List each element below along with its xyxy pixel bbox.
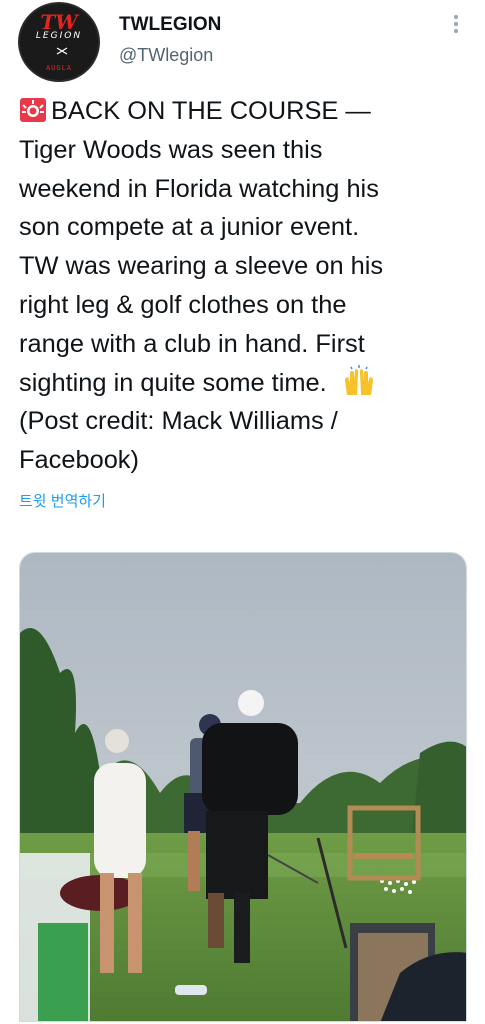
- tweet-line: BACK ON THE COURSE —: [51, 97, 371, 125]
- tweet-line: weekend in Florida watching his: [19, 174, 379, 203]
- more-options-icon[interactable]: [448, 12, 464, 36]
- tweet-line: Facebook): [19, 446, 139, 475]
- tweet-line: son compete at a junior event.: [19, 213, 360, 242]
- tweet-line: right leg & golf clothes on the: [19, 290, 347, 319]
- translate-tweet-link[interactable]: 트윗 번역하기: [19, 490, 106, 511]
- tweet-header: TW LEGION AUGLA TWLEGION @TWlegion: [0, 0, 485, 90]
- golf-range-photo: [20, 553, 466, 1021]
- tweet-line: TW was wearing a sleeve on his: [19, 252, 384, 281]
- display-name[interactable]: TWLEGION: [119, 14, 221, 36]
- police-light-icon: [20, 98, 46, 122]
- tweet-photo[interactable]: [19, 552, 467, 1022]
- tweet-line: Tiger Woods was seen this: [19, 135, 323, 164]
- user-handle[interactable]: @TWlegion: [119, 45, 213, 66]
- tweet-line: sighting in quite some time.: [19, 368, 327, 397]
- tweet-line: range with a club in hand. First: [19, 329, 365, 358]
- raising-hands-icon: [344, 364, 373, 395]
- avatar-brand-text: AUGLA: [45, 64, 73, 72]
- tweet-text: BACK ON THE COURSE — Tiger Woods was see…: [19, 92, 469, 480]
- avatar-legion-text: LEGION: [35, 31, 83, 41]
- tweet-line: (Post credit: Mack Williams /: [19, 407, 338, 436]
- golf-icon: [56, 47, 68, 55]
- avatar[interactable]: TW LEGION AUGLA: [18, 2, 100, 82]
